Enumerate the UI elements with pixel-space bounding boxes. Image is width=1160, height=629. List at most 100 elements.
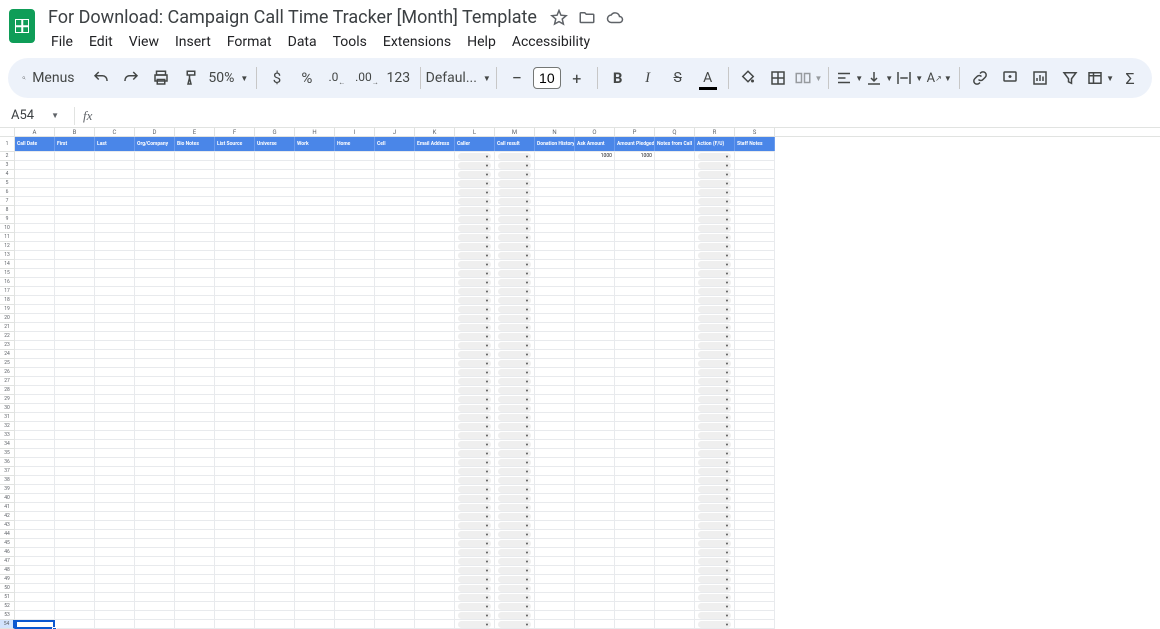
cell[interactable] <box>375 422 415 430</box>
cell[interactable] <box>255 206 295 214</box>
cell[interactable] <box>55 206 95 214</box>
row-header-48[interactable]: 48 <box>0 566 15 575</box>
cell[interactable] <box>135 521 175 529</box>
cell[interactable] <box>575 287 615 295</box>
cell[interactable] <box>55 413 95 421</box>
cell[interactable] <box>455 404 495 412</box>
cell[interactable] <box>215 521 255 529</box>
cell[interactable] <box>175 440 215 448</box>
cell[interactable] <box>255 161 295 169</box>
cell[interactable] <box>495 350 535 358</box>
cell[interactable] <box>615 179 655 187</box>
cell[interactable] <box>255 620 295 628</box>
cell[interactable] <box>375 602 415 610</box>
cell[interactable] <box>415 179 455 187</box>
cell[interactable] <box>135 575 175 583</box>
cell[interactable] <box>695 440 735 448</box>
cell[interactable] <box>415 242 455 250</box>
cell[interactable] <box>455 548 495 556</box>
cell[interactable] <box>655 350 695 358</box>
cell[interactable] <box>175 251 215 259</box>
cell[interactable] <box>415 233 455 241</box>
cell[interactable] <box>735 278 775 286</box>
cell[interactable] <box>455 611 495 619</box>
dropdown-chip[interactable] <box>458 387 491 394</box>
cell[interactable] <box>535 242 575 250</box>
cell[interactable] <box>95 206 135 214</box>
menu-view[interactable]: View <box>122 30 166 54</box>
cell[interactable] <box>15 584 55 592</box>
cell[interactable] <box>575 305 615 313</box>
cell[interactable] <box>615 323 655 331</box>
cell[interactable] <box>55 260 95 268</box>
cell[interactable] <box>415 287 455 295</box>
cell[interactable] <box>375 611 415 619</box>
cell[interactable] <box>455 449 495 457</box>
cell[interactable] <box>175 494 215 502</box>
cell[interactable] <box>255 215 295 223</box>
cell[interactable] <box>655 296 695 304</box>
cell[interactable] <box>15 206 55 214</box>
cell[interactable] <box>375 485 415 493</box>
dropdown-chip[interactable] <box>498 252 531 259</box>
cell[interactable] <box>255 422 295 430</box>
dropdown-chip[interactable] <box>498 477 531 484</box>
cell[interactable] <box>95 566 135 574</box>
dropdown-chip[interactable] <box>458 495 491 502</box>
cell[interactable] <box>455 197 495 205</box>
cell[interactable] <box>95 530 135 538</box>
cell[interactable] <box>375 233 415 241</box>
cell[interactable] <box>655 323 695 331</box>
cell[interactable] <box>55 611 95 619</box>
cell[interactable] <box>655 179 695 187</box>
cell[interactable] <box>95 215 135 223</box>
cell[interactable] <box>175 224 215 232</box>
cell[interactable] <box>215 278 255 286</box>
cell[interactable] <box>255 278 295 286</box>
cell[interactable] <box>495 431 535 439</box>
cell[interactable] <box>615 530 655 538</box>
cell[interactable] <box>95 494 135 502</box>
cell[interactable] <box>215 332 255 340</box>
dropdown-chip[interactable] <box>498 180 531 187</box>
cell[interactable] <box>375 566 415 574</box>
cell[interactable] <box>655 395 695 403</box>
cell[interactable] <box>95 260 135 268</box>
cell[interactable] <box>695 197 735 205</box>
cell[interactable] <box>95 584 135 592</box>
cell[interactable] <box>295 314 335 322</box>
cell[interactable] <box>535 467 575 475</box>
dropdown-chip[interactable] <box>458 342 491 349</box>
cell[interactable] <box>295 620 335 628</box>
cell[interactable] <box>135 188 175 196</box>
cell[interactable] <box>15 242 55 250</box>
dropdown-chip[interactable] <box>498 306 531 313</box>
cell[interactable] <box>135 260 175 268</box>
cell[interactable] <box>255 233 295 241</box>
cell[interactable] <box>495 620 535 628</box>
cell[interactable] <box>575 188 615 196</box>
cell[interactable] <box>575 395 615 403</box>
cell[interactable] <box>375 296 415 304</box>
cell[interactable] <box>455 287 495 295</box>
cell[interactable] <box>615 332 655 340</box>
cell[interactable] <box>695 458 735 466</box>
cell[interactable] <box>615 260 655 268</box>
cell[interactable] <box>215 386 255 394</box>
row-header-13[interactable]: 13 <box>0 251 15 260</box>
cell[interactable] <box>575 602 615 610</box>
cell[interactable] <box>15 233 55 241</box>
cell[interactable] <box>495 215 535 223</box>
cell[interactable] <box>135 350 175 358</box>
cell[interactable] <box>255 296 295 304</box>
cell[interactable] <box>415 404 455 412</box>
cell[interactable] <box>415 449 455 457</box>
cell[interactable] <box>375 503 415 511</box>
dropdown-chip[interactable] <box>698 351 731 358</box>
cell[interactable] <box>655 305 695 313</box>
cell[interactable] <box>335 170 375 178</box>
cell[interactable] <box>615 161 655 169</box>
cell[interactable] <box>575 548 615 556</box>
row-header-32[interactable]: 32 <box>0 422 15 431</box>
cell[interactable] <box>255 359 295 367</box>
